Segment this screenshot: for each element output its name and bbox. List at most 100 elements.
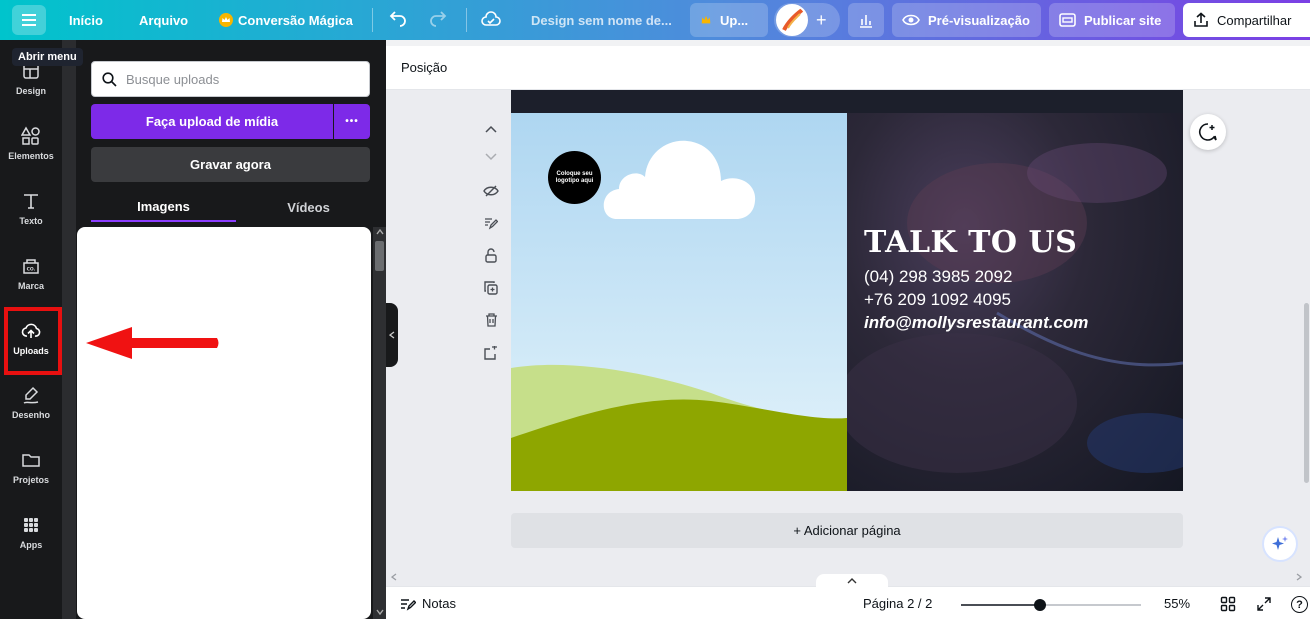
website-icon: [1059, 13, 1076, 27]
search-input[interactable]: [126, 71, 346, 87]
magic-assistant-button[interactable]: [1262, 526, 1298, 562]
tab-videos[interactable]: Vídeos: [236, 192, 381, 222]
email-text[interactable]: info@mollysrestaurant.com: [864, 313, 1088, 333]
publish-site-button[interactable]: Publicar site: [1049, 3, 1175, 37]
magic-convert-label: Conversão Mágica: [238, 12, 353, 28]
redo-button[interactable]: [428, 0, 448, 40]
record-now-button[interactable]: Gravar agora: [91, 147, 370, 182]
zoom-slider[interactable]: [961, 599, 1141, 611]
help-button[interactable]: ?: [1291, 596, 1308, 613]
workspace-vertical-scrollbar[interactable]: [1303, 90, 1310, 576]
cloud-save-button[interactable]: [481, 0, 501, 40]
position-button[interactable]: Posição: [401, 60, 447, 75]
bar-chart-icon: [860, 15, 872, 28]
grid-view-button[interactable]: [1220, 596, 1236, 612]
share-button[interactable]: Compartilhar: [1183, 3, 1310, 37]
upgrade-button[interactable]: Up...: [690, 3, 768, 37]
divider: [466, 8, 467, 32]
add-comment-button[interactable]: [1190, 114, 1226, 150]
svg-text:CO.: CO.: [27, 266, 36, 272]
add-page-button[interactable]: + Adicionar página: [511, 513, 1183, 548]
trash-icon: [485, 313, 497, 327]
collapse-panel-button[interactable]: [386, 303, 398, 367]
undo-icon: [389, 11, 406, 27]
upload-options-button[interactable]: •••: [334, 104, 370, 139]
design-canvas[interactable]: Coloque seu logotipo aqui TALK TO US (04…: [511, 113, 1183, 491]
panel-scrollbar[interactable]: [373, 227, 386, 619]
page-indicator[interactable]: Página 2 / 2: [863, 596, 932, 611]
expand-icon: [1257, 597, 1271, 611]
grid-view-icon: [1220, 596, 1236, 612]
rail-item-apps[interactable]: Apps: [0, 502, 62, 562]
rail-item-projects[interactable]: Projetos: [0, 437, 62, 497]
zoom-level[interactable]: 55%: [1164, 596, 1190, 611]
search-box: [91, 61, 370, 97]
file-menu[interactable]: Arquivo: [139, 0, 188, 40]
rail-item-draw[interactable]: Desenho: [0, 372, 62, 432]
scroll-down-icon[interactable]: [376, 609, 384, 615]
home-link[interactable]: Início: [69, 0, 103, 40]
folder-icon: [22, 453, 40, 467]
design-name[interactable]: Design sem nome de...: [531, 0, 672, 40]
scroll-right-icon[interactable]: [1296, 573, 1302, 581]
rail-item-elements[interactable]: Elementos: [0, 113, 62, 173]
phone-1[interactable]: (04) 298 3985 2092: [864, 267, 1012, 287]
scroll-left-icon[interactable]: [391, 573, 397, 581]
share-icon: [1194, 12, 1208, 27]
move-page-up-button[interactable]: [480, 118, 502, 140]
undo-button[interactable]: [388, 0, 408, 40]
chevron-up-icon: [485, 125, 497, 133]
delete-page-button[interactable]: [480, 309, 502, 331]
insights-button[interactable]: [848, 3, 884, 37]
previous-page-bottom[interactable]: [511, 90, 1183, 113]
menu-button[interactable]: [12, 5, 46, 35]
tab-images[interactable]: Imagens: [91, 192, 236, 222]
scroll-up-icon[interactable]: [376, 229, 384, 235]
duplicate-page-button[interactable]: [480, 277, 502, 299]
zoom-slider-fill: [961, 604, 1040, 606]
avatar-image: [778, 6, 806, 34]
add-page-icon: [484, 346, 497, 360]
add-page-button-side[interactable]: [480, 342, 502, 364]
avatar[interactable]: [776, 4, 808, 36]
fullscreen-button[interactable]: [1256, 596, 1272, 612]
hills-graphic[interactable]: [511, 363, 847, 491]
brand-icon: CO.: [23, 258, 39, 274]
photo-panel[interactable]: TALK TO US (04) 298 3985 2092 +76 209 10…: [847, 113, 1183, 491]
context-toolbar: Posição: [386, 46, 1310, 90]
talk-heading[interactable]: TALK TO US: [864, 225, 1077, 260]
sky-panel[interactable]: Coloque seu logotipo aqui: [511, 113, 847, 491]
notes-icon: [401, 598, 416, 611]
uploads-list-area: [77, 227, 371, 619]
magic-convert-button[interactable]: Conversão Mágica: [219, 0, 353, 40]
zoom-slider-handle[interactable]: [1034, 599, 1046, 611]
phone-2[interactable]: +76 209 1092 4095: [864, 290, 1011, 310]
rail-item-brand[interactable]: CO. Marca: [0, 243, 62, 303]
cloud-graphic[interactable]: [597, 139, 757, 223]
lock-page-button[interactable]: [480, 244, 502, 266]
scrollbar-thumb[interactable]: [375, 241, 384, 271]
upload-media-button[interactable]: Faça upload de mídia: [91, 104, 333, 139]
rail-item-text[interactable]: Texto: [0, 178, 62, 238]
rail-label: Elementos: [8, 150, 54, 161]
share-label: Compartilhar: [1217, 12, 1292, 28]
bottom-bar: Notas Página 2 / 2 55% ?: [386, 586, 1310, 619]
scrollbar-thumb[interactable]: [1304, 303, 1309, 483]
crown-icon: [701, 15, 711, 24]
rail-label: Texto: [19, 215, 43, 226]
notes-button[interactable]: Notas: [400, 596, 456, 611]
eye-icon: [902, 14, 920, 26]
expand-pages-handle[interactable]: [816, 574, 888, 588]
text-icon: [24, 193, 38, 209]
chevron-left-icon: [389, 331, 395, 339]
move-page-down-button[interactable]: [480, 146, 502, 168]
logo-placeholder[interactable]: Coloque seu logotipo aqui: [548, 151, 601, 204]
add-collaborator-button[interactable]: +: [816, 10, 827, 31]
more-icon: •••: [345, 116, 359, 127]
hide-page-button[interactable]: [480, 180, 502, 202]
rail-label: Apps: [19, 539, 43, 550]
add-notes-button[interactable]: [480, 212, 502, 234]
rail-label: Projetos: [12, 474, 49, 485]
rail-scrollbar[interactable]: [62, 40, 76, 619]
preview-button[interactable]: Pré-visualização: [892, 3, 1041, 37]
